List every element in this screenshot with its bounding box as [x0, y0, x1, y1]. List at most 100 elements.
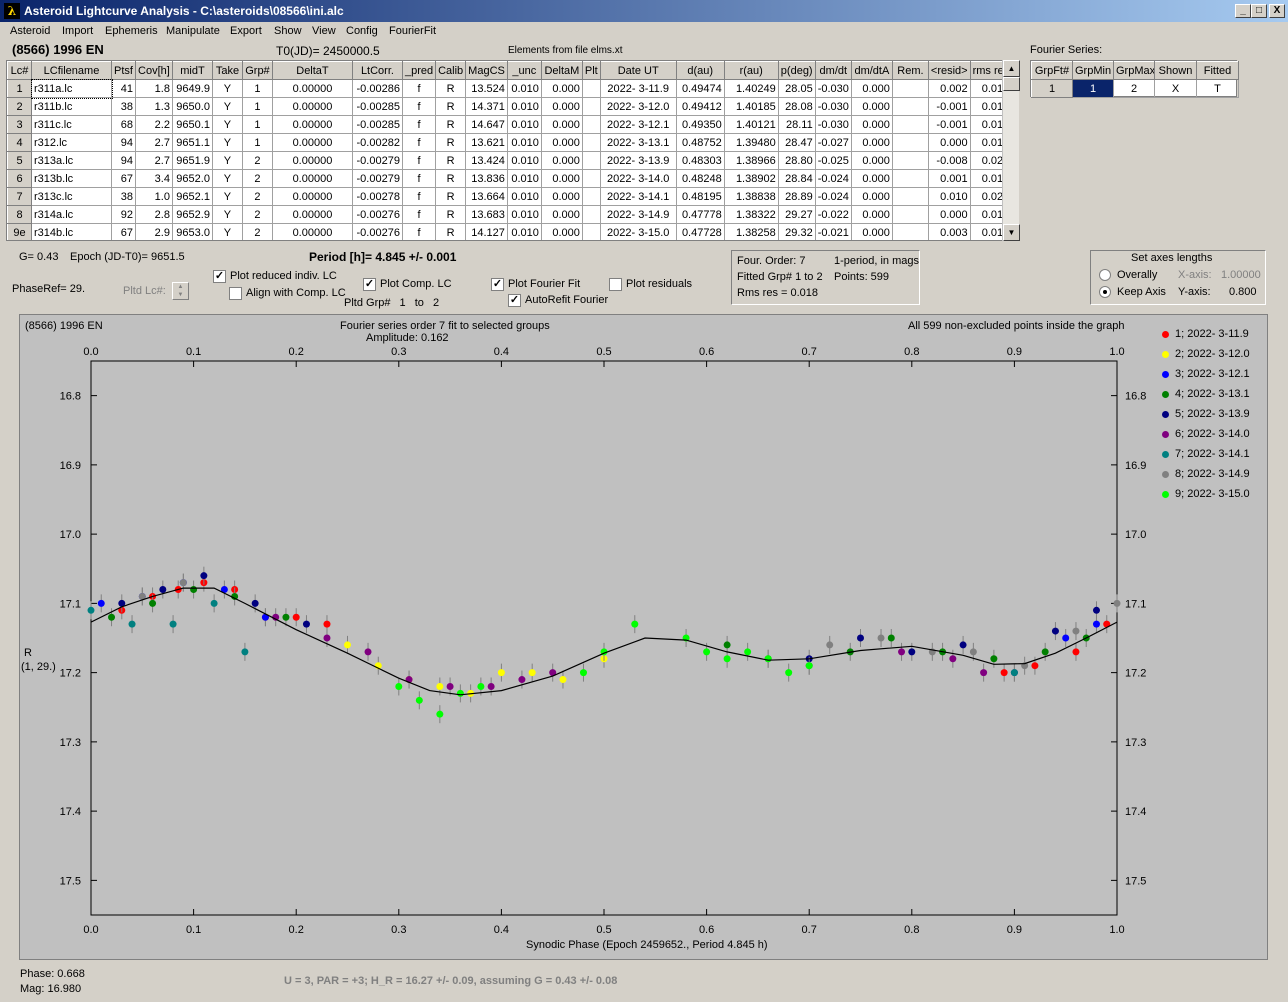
table-cell[interactable]: 0.49350	[675, 115, 725, 134]
plot-reduced-checkbox[interactable]: ✓	[213, 270, 226, 283]
table-cell[interactable]: 0.000	[850, 223, 893, 240]
table-cell[interactable]: 0.010	[506, 133, 542, 152]
row-header[interactable]: 3	[7, 115, 32, 134]
table-cell[interactable]: 2022- 3-14.0	[599, 169, 677, 188]
menu-ephemeris[interactable]: Ephemeris	[105, 25, 158, 37]
table-cell[interactable]: 0.48248	[675, 169, 725, 188]
column-header[interactable]: dm/dtA	[850, 61, 893, 80]
table-cell[interactable]: 0.49474	[675, 79, 725, 98]
table-cell[interactable]: -0.024	[814, 169, 852, 188]
table-cell[interactable]: 28.11	[777, 115, 816, 134]
column-header[interactable]: Lc#	[7, 61, 32, 80]
table-cell[interactable]: 13.836	[465, 169, 508, 188]
pltd-grp-to[interactable]: 2	[433, 297, 439, 309]
maximize-button[interactable]: □	[1251, 4, 1267, 18]
table-cell[interactable]: 9651.1	[171, 133, 213, 152]
table-cell[interactable]: f	[401, 79, 437, 98]
table-cell[interactable]: 2.2	[134, 115, 173, 134]
table-scrollbar[interactable]: ▲ ▼	[1002, 60, 1020, 241]
table-cell[interactable]: 1.40121	[723, 115, 779, 134]
table-cell[interactable]: 0.001	[927, 169, 971, 188]
table-cell[interactable]: r314a.lc	[31, 205, 112, 224]
table-cell[interactable]: 0.000	[850, 115, 893, 134]
autorefit-checkbox[interactable]: ✓	[508, 294, 521, 307]
table-cell[interactable]: -0.027	[814, 133, 852, 152]
table-cell[interactable]: 29.27	[777, 205, 816, 224]
table-cell[interactable]: 0.010	[506, 97, 542, 116]
fourier-cell[interactable]: 2	[1113, 79, 1155, 98]
row-header[interactable]: 7	[7, 187, 32, 206]
table-cell[interactable]: 1.38838	[723, 187, 779, 206]
table-cell[interactable]: Y	[211, 97, 243, 116]
table-cell[interactable]: -0.025	[814, 151, 852, 170]
table-cell[interactable]: -0.00278	[351, 187, 403, 206]
table-cell[interactable]: 1.0	[134, 187, 173, 206]
table-cell[interactable]: 1	[241, 115, 273, 134]
table-cell[interactable]	[581, 169, 601, 188]
fourier-column-header[interactable]: GrpMax	[1113, 61, 1155, 80]
table-cell[interactable]	[891, 133, 929, 152]
table-cell[interactable]: -0.021	[814, 223, 852, 240]
table-cell[interactable]: R	[435, 133, 467, 152]
menu-show[interactable]: Show	[274, 25, 302, 37]
table-cell[interactable]: 38	[111, 97, 136, 116]
table-cell[interactable]: 3.4	[134, 169, 173, 188]
table-cell[interactable]: 0.002	[927, 79, 971, 98]
table-cell[interactable]: 0.000	[850, 169, 893, 188]
column-header[interactable]: <resid>	[927, 61, 971, 80]
table-cell[interactable]: 2	[241, 151, 273, 170]
table-cell[interactable]: 0.00000	[271, 97, 353, 116]
table-cell[interactable]: 14.647	[465, 115, 508, 134]
table-cell[interactable]: 92	[111, 205, 136, 224]
table-row[interactable]: 8 r314a.lc 92 2.8 9652.9 Y 2 0.00000 -0.00276 f R 1…	[7, 205, 1013, 224]
fourier-column-header[interactable]: GrpMin	[1072, 61, 1114, 80]
table-cell[interactable]: f	[401, 223, 437, 240]
table-cell[interactable]: r313c.lc	[31, 187, 112, 206]
table-cell[interactable]: 0.010	[506, 115, 542, 134]
table-cell[interactable]: r313a.lc	[31, 151, 112, 170]
table-cell[interactable]: 0.000	[540, 79, 583, 98]
table-cell[interactable]: 67	[111, 223, 136, 240]
table-cell[interactable]: 0.003	[927, 223, 971, 240]
row-header[interactable]: 2	[7, 97, 32, 116]
table-cell[interactable]	[891, 115, 929, 134]
table-cell[interactable]	[581, 115, 601, 134]
column-header[interactable]: Grp#	[241, 61, 273, 80]
column-header[interactable]: p(deg)	[777, 61, 816, 80]
table-cell[interactable]: 0.000	[540, 115, 583, 134]
table-cell[interactable]: 0.48752	[675, 133, 725, 152]
table-cell[interactable]: 9650.0	[171, 97, 213, 116]
table-cell[interactable]: 13.424	[465, 151, 508, 170]
table-cell[interactable]: 0.00000	[271, 187, 353, 206]
table-cell[interactable]: R	[435, 205, 467, 224]
table-cell[interactable]: 28.89	[777, 187, 816, 206]
column-header[interactable]: DeltaT	[271, 61, 353, 80]
table-cell[interactable]: 0.010	[506, 223, 542, 240]
table-cell[interactable]: Y	[211, 133, 243, 152]
row-header[interactable]: 9e	[7, 223, 32, 240]
column-header[interactable]: Plt	[581, 61, 601, 80]
table-cell[interactable]: R	[435, 223, 467, 240]
table-cell[interactable]: Y	[211, 151, 243, 170]
table-cell[interactable]: r314b.lc	[31, 223, 112, 240]
table-cell[interactable]: 2.7	[134, 133, 173, 152]
table-cell[interactable]: 9652.0	[171, 169, 213, 188]
table-cell[interactable]: 68	[111, 115, 136, 134]
row-header[interactable]: 4	[7, 133, 32, 152]
table-row[interactable]: 2 r311b.lc 38 1.3 9650.0 Y 1 0.00000 -0.00285 f R 1…	[7, 97, 1013, 116]
close-button[interactable]: X	[1269, 4, 1285, 18]
table-cell[interactable]: f	[401, 133, 437, 152]
table-row[interactable]: 7 r313c.lc 38 1.0 9652.1 Y 2 0.00000 -0.00278 f R 1…	[7, 187, 1013, 206]
table-cell[interactable]: 0.000	[540, 97, 583, 116]
table-cell[interactable]: 1.40249	[723, 79, 779, 98]
column-header[interactable]: LtCorr.	[351, 61, 403, 80]
table-cell[interactable]: -0.030	[814, 97, 852, 116]
table-cell[interactable]	[891, 151, 929, 170]
table-cell[interactable]: Y	[211, 187, 243, 206]
column-header[interactable]: DeltaM	[540, 61, 583, 80]
table-cell[interactable]: -0.00286	[351, 79, 403, 98]
column-header[interactable]: LCfilename	[31, 61, 112, 80]
table-cell[interactable]: 0.48303	[675, 151, 725, 170]
table-cell[interactable]: -0.00279	[351, 169, 403, 188]
table-cell[interactable]: 0.010	[506, 205, 542, 224]
